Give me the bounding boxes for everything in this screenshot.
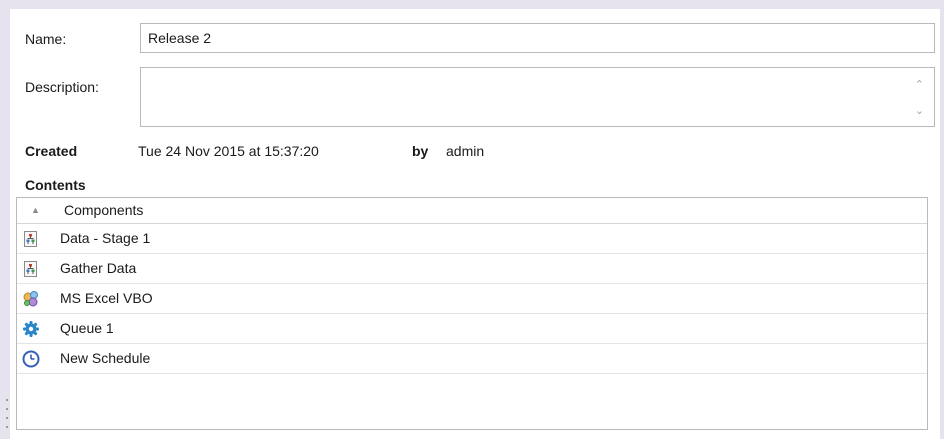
process-icon bbox=[24, 261, 37, 277]
sort-ascending-icon: ▲ bbox=[31, 205, 40, 215]
created-label: Created bbox=[25, 143, 78, 159]
description-field[interactable]: ⌃ ⌄ bbox=[140, 67, 935, 127]
resize-grip-dot bbox=[6, 417, 8, 419]
list-item-label: Gather Data bbox=[60, 260, 137, 276]
list-item-label: Data - Stage 1 bbox=[60, 230, 151, 246]
gear-icon bbox=[23, 321, 39, 337]
clock-icon bbox=[22, 350, 40, 368]
list-item-label: MS Excel VBO bbox=[60, 290, 153, 306]
process-icon bbox=[24, 231, 37, 247]
list-item[interactable]: Queue 1 bbox=[17, 314, 927, 344]
scroll-up-icon[interactable]: ⌃ bbox=[915, 80, 924, 91]
by-label: by bbox=[412, 143, 429, 159]
list-item[interactable]: New Schedule bbox=[17, 344, 927, 374]
description-label: Description: bbox=[25, 79, 99, 95]
created-value: Tue 24 Nov 2015 at 15:37:20 bbox=[138, 143, 319, 159]
list-item[interactable]: MS Excel VBO bbox=[17, 284, 927, 314]
list-item-label: Queue 1 bbox=[60, 320, 114, 336]
business-object-icon bbox=[23, 291, 38, 307]
scroll-down-icon[interactable]: ⌄ bbox=[915, 106, 924, 117]
list-header[interactable]: ▲ Components bbox=[17, 198, 927, 224]
list-item[interactable]: Gather Data bbox=[17, 254, 927, 284]
contents-label: Contents bbox=[25, 177, 86, 193]
resize-grip-dot bbox=[6, 399, 8, 401]
by-value: admin bbox=[446, 143, 485, 159]
name-value: Release 2 bbox=[148, 30, 212, 46]
list-item[interactable]: Data - Stage 1 bbox=[17, 224, 927, 254]
name-label: Name: bbox=[25, 31, 67, 47]
name-field[interactable]: Release 2 bbox=[140, 23, 935, 53]
list-item-label: New Schedule bbox=[60, 350, 151, 366]
column-header-components[interactable]: Components bbox=[64, 202, 143, 218]
resize-grip-dot bbox=[6, 408, 8, 410]
contents-list[interactable]: ▲ Components Data - Stage 1 Gather Data bbox=[16, 197, 928, 430]
resize-grip-dot bbox=[6, 426, 8, 428]
